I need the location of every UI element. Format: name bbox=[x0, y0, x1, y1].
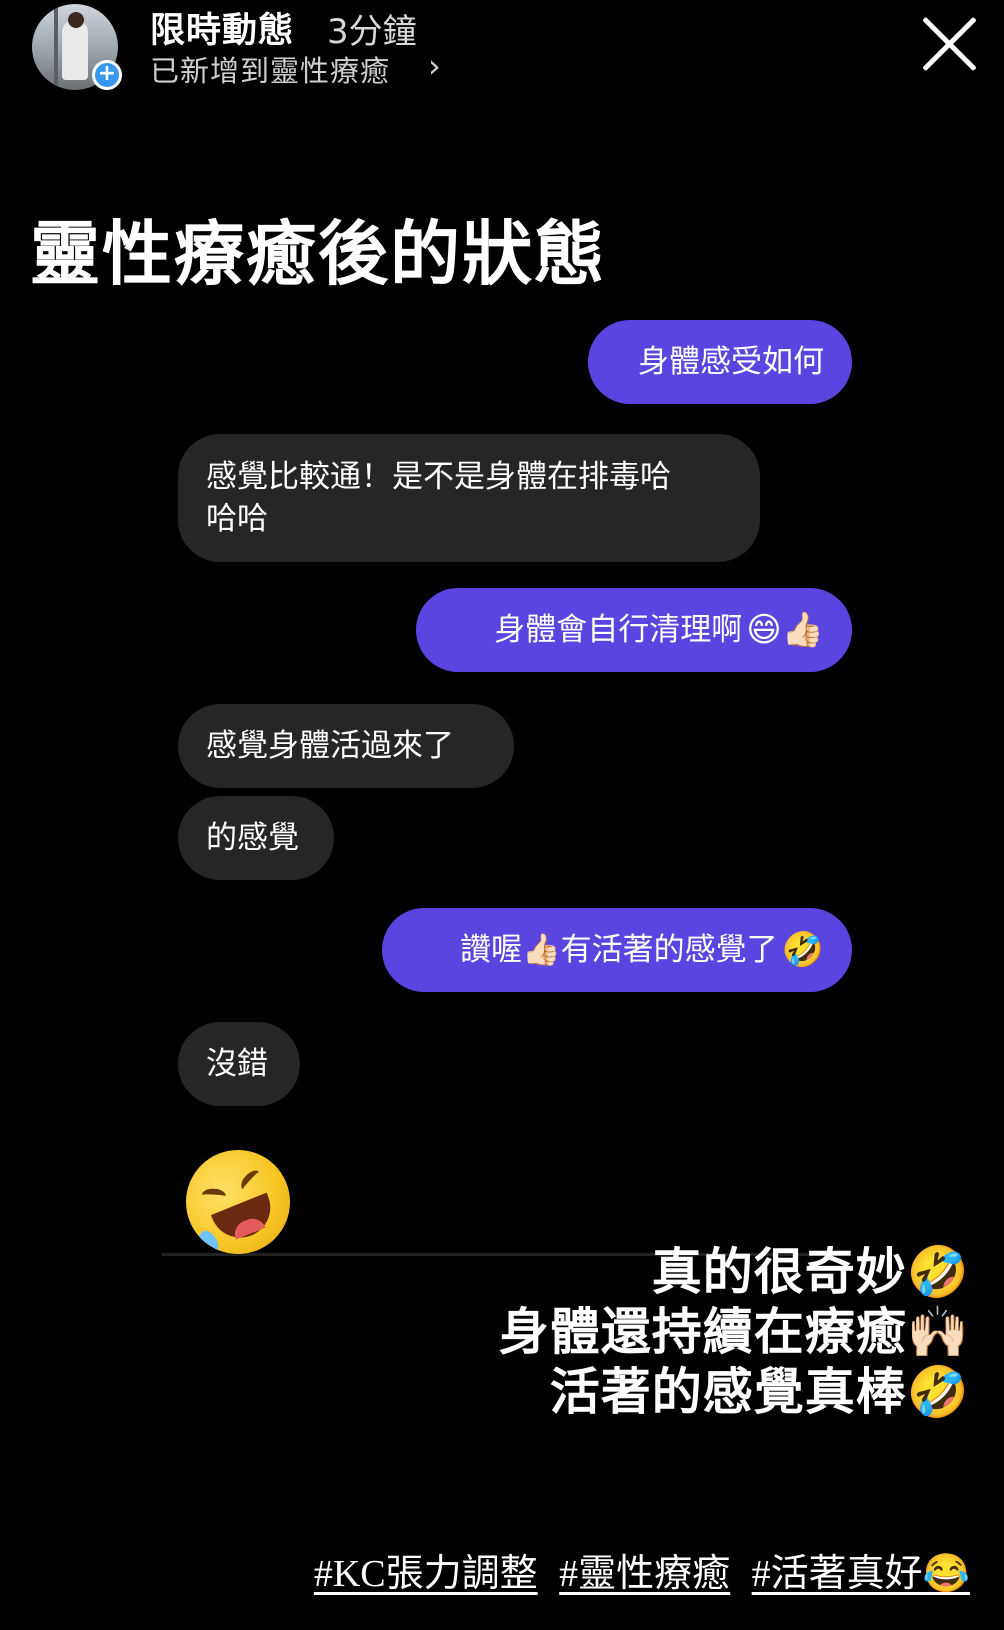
chat-bubble-incoming: 的感覺 bbox=[178, 796, 334, 880]
caption-line-3: 活著的感覺真棒🤣 bbox=[549, 1363, 970, 1421]
add-plus-icon[interactable]: + bbox=[92, 60, 122, 90]
chat-bubble-text: 身體感受如何 bbox=[638, 344, 824, 380]
hashtag-kc[interactable]: #KC張力調整 bbox=[314, 1553, 538, 1595]
chat-bubble-outgoing: 讚喔👍🏻有活著的感覺了 🤣 bbox=[382, 908, 852, 992]
story-title: 限時動態 bbox=[150, 11, 295, 51]
hashtag-row: #KC張力調整 #靈性療癒 #活著真好😂 bbox=[302, 1542, 970, 1597]
avatar-person-shape bbox=[62, 20, 88, 80]
chat-bubble-outgoing: 身體感受如何 bbox=[588, 320, 852, 404]
chat-bubble-text: 身體會自行清理啊 bbox=[494, 612, 743, 648]
emoji-eye-right bbox=[237, 1167, 265, 1195]
story-heading: 靈性療癒後的狀態 bbox=[30, 213, 606, 295]
emoji-eye-left bbox=[201, 1187, 227, 1204]
chat-bubble-outgoing: 身體會自行清理啊 😄👍🏻 bbox=[416, 588, 852, 672]
story-timestamp: 3分鐘 bbox=[327, 12, 417, 52]
avatar-head-shape bbox=[68, 12, 84, 28]
close-icon[interactable] bbox=[920, 14, 980, 74]
chat-bubble-incoming: 感覺比較通！是不是身體在排毒哈 哈哈 bbox=[178, 434, 760, 562]
chat-bubble-emoji: 😄👍🏻 bbox=[746, 610, 824, 650]
hashtag-alive[interactable]: #活著真好😂 bbox=[752, 1553, 970, 1595]
chevron-right-icon: › bbox=[428, 47, 442, 85]
chat-bubble-text: 的感覺 bbox=[206, 820, 299, 856]
chat-bubble-text: 感覺身體活過來了 bbox=[206, 728, 454, 764]
story-header: + 限時動態 3分鐘 已新增到靈性療癒 › bbox=[0, 0, 1004, 110]
chat-bubble-emoji: 🤣 bbox=[781, 930, 824, 970]
chat-bubble-text: 感覺比較通！是不是身體在排毒哈 哈哈 bbox=[206, 459, 671, 537]
added-to-label: 已新增到靈性療癒 bbox=[150, 54, 391, 88]
chat-bubble-incoming: 沒錯 bbox=[178, 1022, 300, 1106]
added-to-highlight-link[interactable]: 已新增到靈性療癒 › bbox=[150, 47, 441, 90]
hashtag-spiritual-healing[interactable]: #靈性療癒 bbox=[559, 1553, 730, 1595]
chat-bubble-incoming: 感覺身體活過來了 bbox=[178, 704, 514, 788]
avatar-pole-shape bbox=[54, 4, 58, 90]
chat-bubble-text: 讚喔👍🏻有活著的感覺了 bbox=[460, 932, 778, 968]
chat-bubble-text: 沒錯 bbox=[206, 1046, 268, 1082]
